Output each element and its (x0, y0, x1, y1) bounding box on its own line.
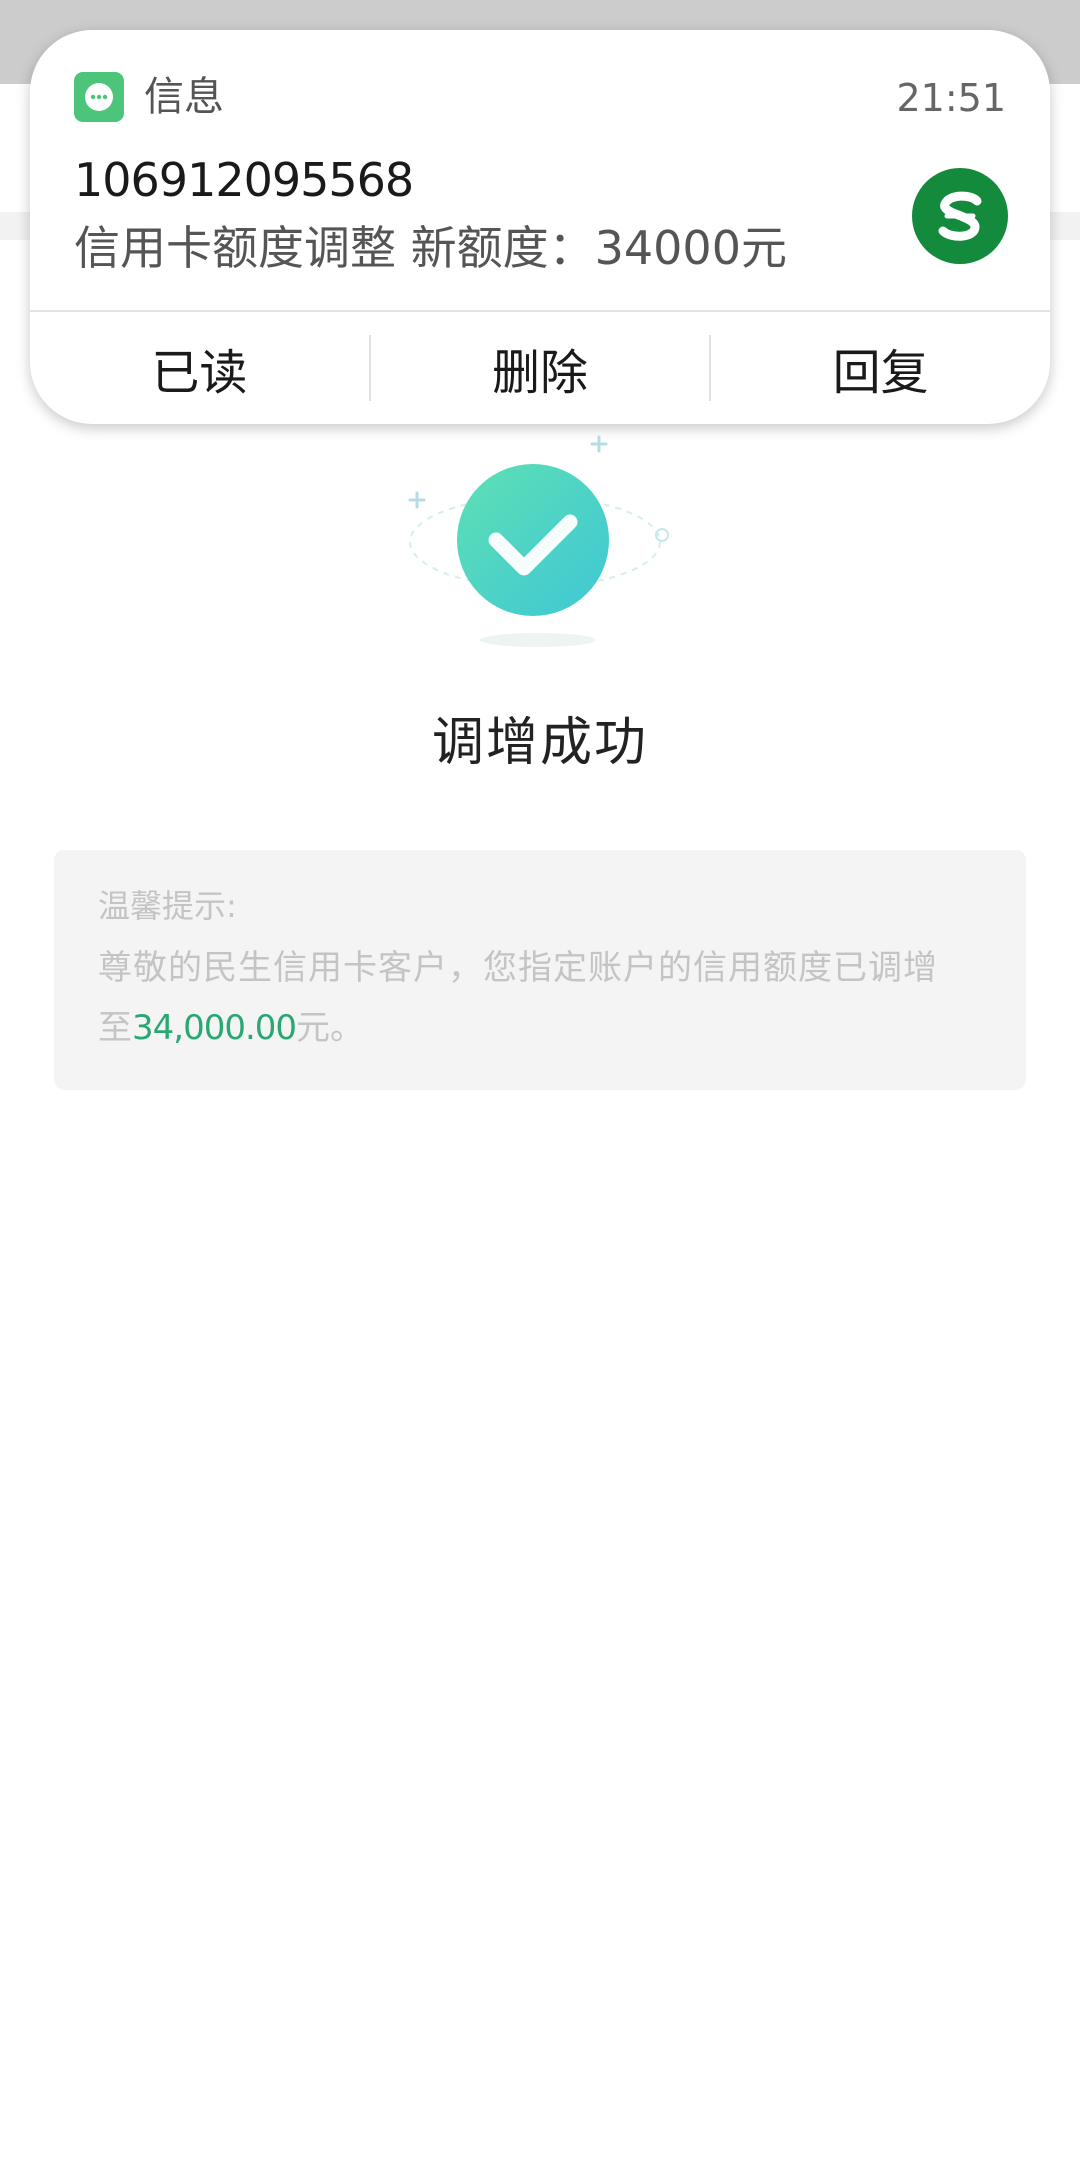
reply-button[interactable]: 回复 (711, 312, 1050, 424)
check-circle-icon (408, 435, 669, 647)
delete-button[interactable]: 删除 (371, 312, 710, 424)
tip-text-line1: 尊敬的民生信用卡客户，您指定账户的信用额度已调增 (98, 948, 938, 988)
bank-logo-icon (912, 168, 1008, 264)
tip-text-line2: 至34,000.00元。 (98, 1006, 364, 1050)
message-bubble-icon (74, 72, 124, 122)
tip-title: 温馨提示: (98, 887, 237, 925)
mark-read-button[interactable]: 已读 (30, 312, 369, 424)
tip-text-suffix: 元。 (296, 1008, 365, 1048)
notification-actions: 已读 删除 回复 (30, 312, 1050, 424)
sms-notification-card[interactable]: 信息 21:51 106912095568 信用卡额度调整 新额度：34000元… (30, 30, 1050, 424)
success-title: 调增成功 (431, 713, 648, 773)
notification-time: 21:51 (896, 76, 1006, 120)
notification-app-name: 信息 (144, 74, 224, 120)
success-illustration (400, 430, 680, 650)
tip-text-prefix: 至 (98, 1008, 132, 1048)
credit-amount: 34,000.00 (132, 1008, 297, 1048)
notification-message: 信用卡额度调整 新额度：34000元 (74, 221, 787, 275)
notification-sender: 106912095568 (74, 153, 414, 207)
tip-box: 温馨提示: 尊敬的民生信用卡客户，您指定账户的信用额度已调增 至34,000.0… (54, 850, 1026, 1090)
